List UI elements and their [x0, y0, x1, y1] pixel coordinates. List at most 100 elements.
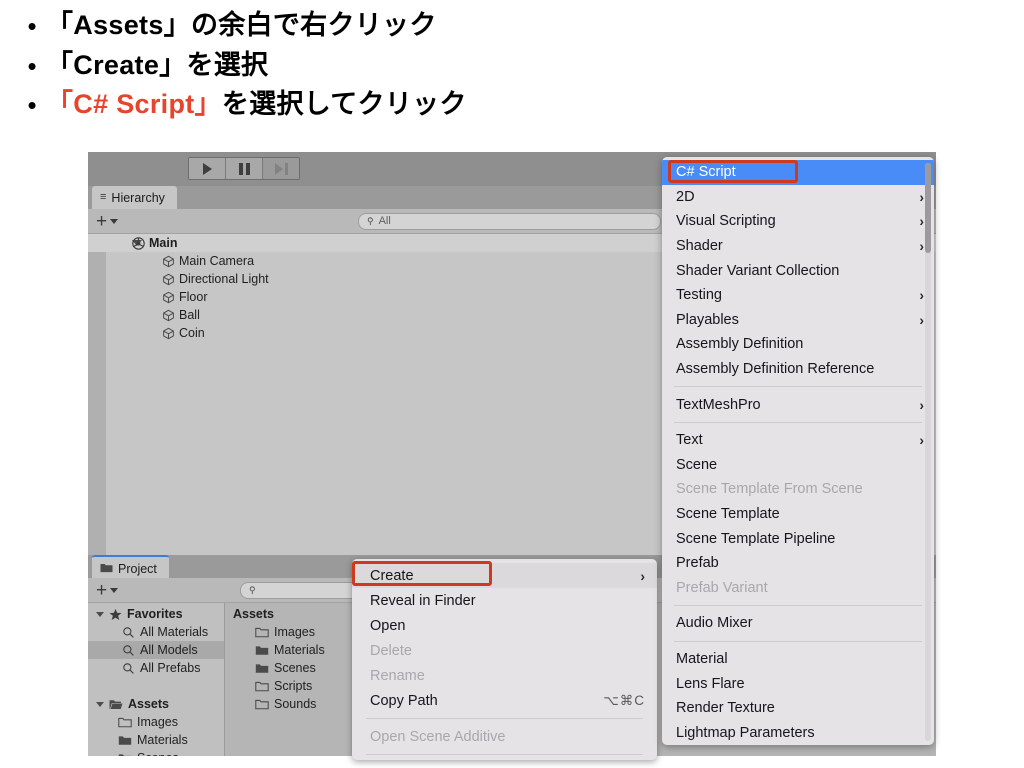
- play-button[interactable]: [189, 158, 226, 179]
- folder-full-icon: [118, 734, 132, 746]
- menu-item-create[interactable]: Create ›: [352, 563, 657, 588]
- project-tree-all-models[interactable]: All Models: [88, 641, 224, 659]
- menu-item-testing[interactable]: Testing ›: [662, 283, 934, 308]
- menu-item-scene[interactable]: Scene: [662, 453, 934, 478]
- bullet-rest-text: を選択してクリック: [221, 89, 467, 119]
- twisty-expanded-icon[interactable]: [96, 611, 104, 617]
- scene-icon: [132, 236, 145, 250]
- menu-item-assembly-definition-reference[interactable]: Assembly Definition Reference: [662, 357, 934, 382]
- bullet-highlight-text: 「C# Script」: [46, 89, 222, 119]
- gameobject-icon: [162, 291, 175, 304]
- chevron-down-icon: [110, 587, 119, 593]
- project-content-label: Scenes: [274, 661, 316, 675]
- project-tree-materials[interactable]: Materials: [88, 731, 224, 749]
- bullet-marker-icon: •: [27, 50, 37, 81]
- folder-empty-icon: [255, 698, 269, 710]
- tab-hierarchy-label: Hierarchy: [111, 190, 165, 205]
- menu-item-copy-path[interactable]: Copy Path ⌥⌘C: [352, 688, 657, 713]
- menu-item-delete: Delete: [352, 638, 657, 663]
- menu-item-audio-mixer[interactable]: Audio Mixer: [662, 611, 934, 636]
- hierarchy-add-button[interactable]: +: [96, 212, 119, 231]
- menu-item-open-scene-additive: Open Scene Additive: [352, 724, 657, 749]
- menu-item-material[interactable]: Material: [662, 647, 934, 672]
- gameobject-icon: [162, 273, 175, 286]
- chevron-right-icon: ›: [919, 432, 924, 449]
- menu-item-scene-template[interactable]: Scene Template: [662, 502, 934, 527]
- playback-controls: [188, 157, 300, 180]
- menu-item-prefab-variant: Prefab Variant: [662, 576, 934, 601]
- step-icon: [274, 162, 288, 175]
- menu-item-lens-flare[interactable]: Lens Flare: [662, 671, 934, 696]
- chevron-right-icon: ›: [640, 567, 645, 584]
- pause-button[interactable]: [226, 158, 263, 179]
- menu-item-textmeshpro[interactable]: TextMeshPro ›: [662, 392, 934, 417]
- menu-item-label: Rename: [370, 667, 425, 684]
- menu-item-2d[interactable]: 2D ›: [662, 185, 934, 210]
- menu-item-shader-variant-collection[interactable]: Shader Variant Collection: [662, 258, 934, 283]
- step-button[interactable]: [263, 158, 299, 179]
- folder-full-icon: [118, 752, 132, 756]
- project-add-button[interactable]: +: [96, 581, 119, 600]
- menu-item-rename: Rename: [352, 663, 657, 688]
- project-tree-images[interactable]: Images: [88, 713, 224, 731]
- menu-item-label: Shader Variant Collection: [676, 262, 840, 279]
- chevron-down-icon: [110, 218, 119, 224]
- menu-item-label: TextMeshPro: [676, 396, 761, 413]
- menu-item-shader[interactable]: Shader ›: [662, 234, 934, 259]
- menu-item-open[interactable]: Open: [352, 613, 657, 638]
- menu-item-label: Scene Template: [676, 506, 780, 523]
- tab-hierarchy[interactable]: ≡ Hierarchy: [92, 186, 177, 209]
- project-contents-header-label: Assets: [233, 607, 274, 621]
- menu-item-render-texture[interactable]: Render Texture: [662, 696, 934, 721]
- menu-item-label: Testing: [676, 287, 722, 304]
- chevron-right-icon: ›: [919, 238, 924, 255]
- chevron-right-icon: ›: [919, 396, 924, 413]
- magnifier-icon: [122, 644, 135, 657]
- project-tree-label: Favorites: [127, 607, 183, 621]
- menu-item-label: Audio Mixer: [676, 615, 753, 632]
- menu-item-lightmap-parameters[interactable]: Lightmap Parameters: [662, 720, 934, 745]
- menu-item-csharp-script[interactable]: C# Script: [662, 160, 934, 185]
- menu-item-label: Scene: [676, 456, 718, 473]
- bullet-text-2: 「Create」を選択: [46, 49, 269, 80]
- menu-item-scene-template-pipeline[interactable]: Scene Template Pipeline: [662, 526, 934, 551]
- twisty-expanded-icon[interactable]: [96, 701, 104, 707]
- menu-item-prefab[interactable]: Prefab: [662, 551, 934, 576]
- hierarchy-item-label: Main Camera: [179, 254, 255, 268]
- magnifier-icon: [122, 626, 135, 639]
- magnifier-icon: [122, 662, 135, 675]
- menu-item-label: Assembly Definition: [676, 336, 804, 353]
- slide-bullet-list: • 「Assets」の余白で右クリック • 「Create」を選択 • 「C# …: [18, 10, 718, 129]
- tab-project[interactable]: Project: [92, 555, 169, 580]
- menu-scrollbar-thumb[interactable]: [925, 163, 931, 253]
- project-tree-all-prefabs[interactable]: All Prefabs: [88, 659, 224, 677]
- bullet-text-1: 「Assets」の余白で右クリック: [46, 10, 437, 40]
- menu-item-visual-scripting[interactable]: Visual Scripting ›: [662, 209, 934, 234]
- menu-item-reveal-in-finder[interactable]: Reveal in Finder: [352, 588, 657, 613]
- project-tree-scenes[interactable]: Scenes: [88, 749, 224, 756]
- folder-empty-icon: [255, 626, 269, 638]
- menu-scrollbar[interactable]: [925, 163, 931, 742]
- project-tree-favorites[interactable]: Favorites: [88, 605, 224, 623]
- hierarchy-item-label: Floor: [179, 290, 208, 304]
- chevron-right-icon: ›: [919, 287, 924, 304]
- folder-icon: [100, 562, 113, 576]
- menu-item-label: Playables: [676, 311, 739, 328]
- project-content-label: Sounds: [274, 697, 317, 711]
- asset-context-menu: Create › Reveal in Finder Open Delete Re…: [352, 559, 657, 760]
- menu-item-assembly-definition[interactable]: Assembly Definition: [662, 332, 934, 357]
- menu-item-text[interactable]: Text ›: [662, 428, 934, 453]
- menu-separator: [366, 718, 643, 719]
- menu-item-playables[interactable]: Playables ›: [662, 308, 934, 333]
- project-tree-all-materials[interactable]: All Materials: [88, 623, 224, 641]
- project-tree-assets[interactable]: Assets: [88, 695, 224, 713]
- menu-separator: [674, 640, 922, 642]
- menu-item-label: Scene Template From Scene: [676, 481, 863, 498]
- project-tree-spacer: [88, 677, 224, 695]
- project-content-label: Images: [274, 625, 315, 639]
- project-tree-label: Scenes: [137, 751, 179, 756]
- folder-full-icon: [255, 644, 269, 656]
- search-icon: ⚲: [367, 215, 374, 226]
- hierarchy-search-input[interactable]: ⚲ All: [358, 212, 661, 230]
- hierarchy-item-label: Ball: [179, 308, 200, 322]
